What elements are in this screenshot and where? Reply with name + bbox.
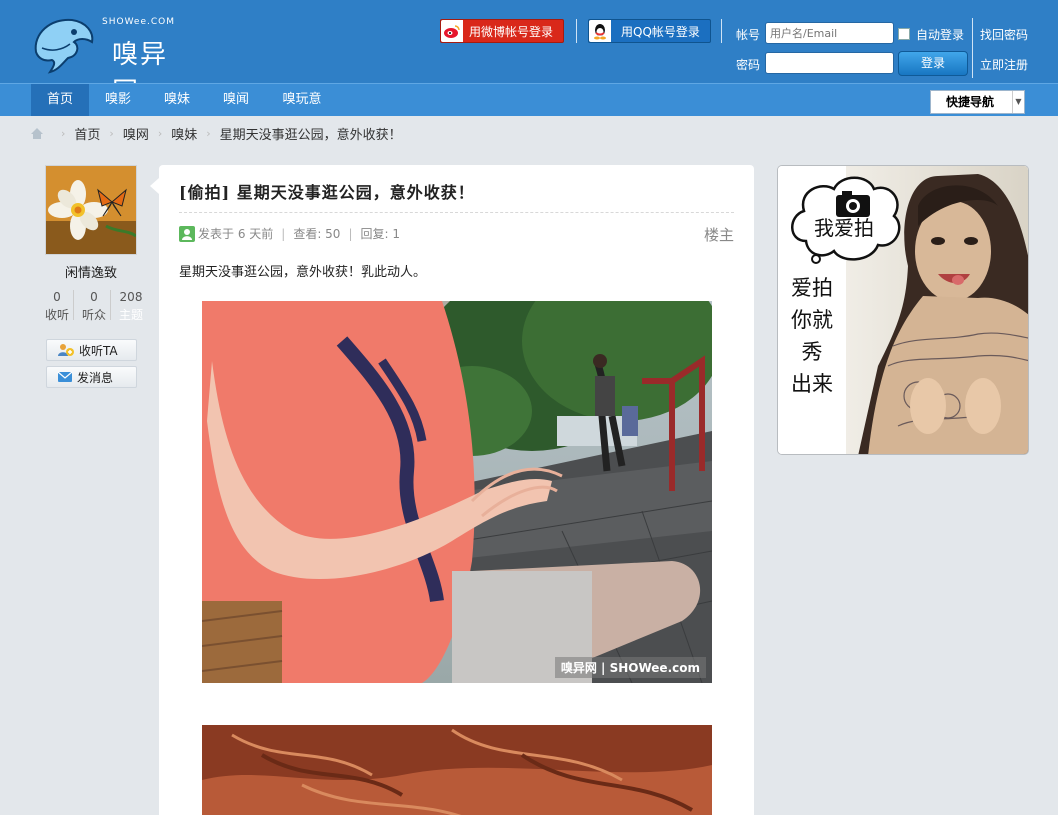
post-card: [偷拍] 星期天没事逛公园，意外收获！ 发表于 6 天前 | 查看: 50 | … bbox=[159, 165, 754, 815]
post-meta: 发表于 6 天前 | 查看: 50 | 回复: 1 bbox=[179, 225, 400, 242]
auto-login-label: 自动登录 bbox=[916, 28, 965, 42]
post-photo[interactable] bbox=[202, 725, 712, 815]
account-input[interactable] bbox=[765, 22, 894, 44]
register-link[interactable]: 立即注册 bbox=[980, 56, 1028, 73]
header-divider bbox=[721, 19, 722, 43]
account-label: 帐号 bbox=[736, 28, 761, 42]
qq-penguin-icon bbox=[589, 20, 611, 42]
post-body: 星期天没事逛公园，意外收获！乳此动人。 bbox=[179, 265, 427, 280]
nav-item-xiuying[interactable]: 嗅影 bbox=[89, 84, 147, 116]
post-replies: 回复: 1 bbox=[360, 227, 401, 241]
quick-nav-label: 快捷导航 bbox=[946, 95, 995, 109]
post-pointer bbox=[150, 178, 159, 194]
send-message-label: 发消息 bbox=[77, 370, 114, 385]
qq-login-label: 用QQ帐号登录 bbox=[621, 24, 700, 39]
photo-image bbox=[202, 301, 712, 683]
post-time: 发表于 6 天前 bbox=[198, 227, 274, 241]
ad-slogan-line: 你就 bbox=[791, 308, 833, 332]
dolphin-logo-icon bbox=[34, 18, 94, 74]
follow-user-icon bbox=[58, 344, 74, 356]
stat-label: 主题 bbox=[118, 308, 143, 322]
breadcrumb-item[interactable]: 嗅妹 bbox=[171, 124, 197, 143]
breadcrumb-separator: › bbox=[206, 126, 211, 140]
photo-image bbox=[202, 725, 712, 815]
stat-followers[interactable]: 0 听众 bbox=[79, 288, 109, 324]
forgot-password-link[interactable]: 找回密码 bbox=[980, 26, 1028, 43]
post-photo[interactable]: 嗅异网 | SHOWee.com bbox=[202, 301, 712, 683]
follow-label: 收听TA bbox=[79, 343, 118, 358]
photo-watermark: 嗅异网 | SHOWee.com bbox=[554, 657, 706, 678]
post-views: 查看: 50 bbox=[293, 227, 341, 241]
nav-item-xiuwen[interactable]: 嗅闻 bbox=[207, 84, 265, 116]
chevron-down-icon: ▼ bbox=[1012, 91, 1024, 113]
home-icon[interactable] bbox=[30, 127, 44, 140]
nav-item-xiuwanyi[interactable]: 嗅玩意 bbox=[270, 84, 334, 116]
meta-separator: | bbox=[281, 226, 286, 241]
breadcrumb-separator: › bbox=[157, 126, 163, 140]
envelope-icon bbox=[57, 371, 73, 382]
logo-english: SHOWee.COM bbox=[102, 17, 176, 27]
quick-nav-dropdown[interactable]: 快捷导航 ▼ bbox=[930, 90, 1025, 114]
login-button[interactable]: 登录 bbox=[898, 51, 968, 76]
header-divider bbox=[576, 19, 577, 43]
ad-slogan-line: 出来 bbox=[791, 372, 833, 396]
site-header: SHOWee.COM 嗅异网 用微博帐号登录 用QQ帐号登录 帐号 自动登录 密… bbox=[0, 0, 1058, 107]
sidebar-ad-banner[interactable]: 我爱拍 爱拍 你就 秀 出来 bbox=[777, 165, 1029, 455]
breadcrumb-separator: › bbox=[61, 126, 66, 140]
send-message-button[interactable]: 发消息 bbox=[46, 366, 137, 388]
breadcrumb: › 首页 › 嗅网 › 嗅妹 › 星期天没事逛公园，意外收获！ bbox=[30, 124, 402, 143]
stat-value: 208 bbox=[119, 290, 143, 304]
site-logo[interactable]: SHOWee.COM 嗅异网 bbox=[28, 12, 188, 107]
stat-label: 收听 bbox=[44, 308, 69, 322]
floor-label: 楼主 bbox=[703, 226, 734, 244]
password-label: 密码 bbox=[736, 58, 761, 72]
ad-cloud-text: 我爱拍 bbox=[814, 216, 874, 240]
ad-slogan-line: 爱拍 bbox=[791, 276, 833, 300]
stat-threads[interactable]: 208 主题 bbox=[116, 288, 146, 324]
stat-label: 听众 bbox=[81, 308, 106, 322]
stat-value: 0 bbox=[53, 290, 61, 304]
main-nav: 首页 嗅影 嗅妹 嗅闻 嗅玩意 快捷导航 ▼ bbox=[0, 83, 1058, 116]
header-divider bbox=[972, 18, 973, 78]
avatar-image bbox=[46, 166, 136, 254]
auto-login-checkbox[interactable] bbox=[898, 28, 910, 40]
nav-item-home[interactable]: 首页 bbox=[31, 84, 89, 116]
password-input[interactable] bbox=[765, 52, 894, 74]
qq-login-button[interactable]: 用QQ帐号登录 bbox=[588, 19, 711, 43]
ad-slogan-line: 秀 bbox=[801, 340, 823, 364]
online-user-icon bbox=[179, 225, 195, 242]
stat-value: 0 bbox=[90, 290, 98, 304]
author-avatar[interactable] bbox=[45, 165, 137, 255]
follow-button[interactable]: 收听TA bbox=[46, 339, 137, 361]
breadcrumb-current: 星期天没事逛公园，意外收获！ bbox=[219, 127, 402, 143]
weibo-login-button[interactable]: 用微博帐号登录 bbox=[440, 19, 564, 43]
stat-listen[interactable]: 0 收听 bbox=[42, 288, 72, 324]
breadcrumb-item[interactable]: 嗅网 bbox=[123, 124, 149, 143]
author-name[interactable]: 闲情逸致 bbox=[45, 262, 137, 281]
meta-separator: | bbox=[348, 226, 353, 241]
stat-divider bbox=[110, 290, 111, 320]
post-title: [偷拍] 星期天没事逛公园，意外收获！ bbox=[179, 183, 475, 202]
nav-item-xiumei[interactable]: 嗅妹 bbox=[148, 84, 206, 116]
weibo-icon bbox=[441, 20, 463, 42]
weibo-login-label: 用微博帐号登录 bbox=[469, 24, 554, 39]
stat-divider bbox=[73, 290, 74, 320]
title-divider bbox=[179, 212, 734, 213]
breadcrumb-item[interactable]: 首页 bbox=[74, 124, 100, 143]
breadcrumb-separator: › bbox=[109, 126, 114, 140]
